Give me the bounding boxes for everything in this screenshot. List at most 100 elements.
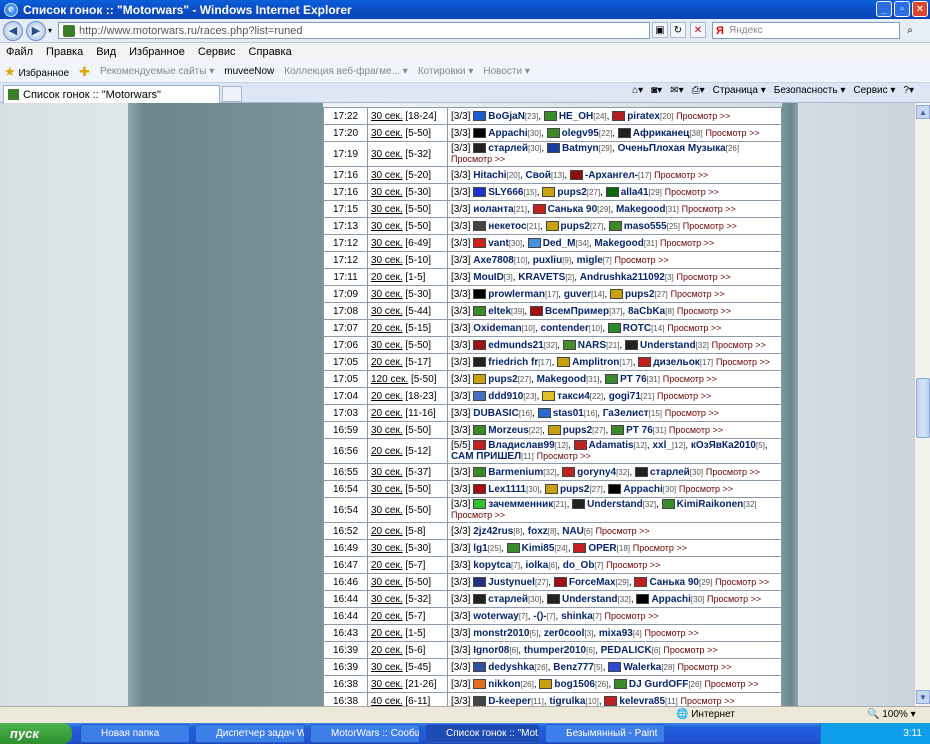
player-name[interactable]: bog1506 xyxy=(554,679,595,690)
player-name[interactable]: старлей xyxy=(650,467,690,478)
player-name[interactable]: stas01 xyxy=(553,408,584,419)
player-name[interactable]: do_Ob xyxy=(563,560,595,571)
race-duration-link[interactable]: 20 сек. xyxy=(371,323,403,334)
player-name[interactable]: KRAVETS xyxy=(518,272,565,283)
player-name[interactable]: 8aCbKa xyxy=(628,306,665,317)
player-name[interactable]: thumper2010 xyxy=(524,645,586,656)
fav-item-suggested[interactable]: Рекомендуемые сайты ▾ xyxy=(100,66,214,77)
new-tab-button[interactable] xyxy=(222,86,242,102)
player-name[interactable]: friedrich fr xyxy=(488,357,538,368)
player-name[interactable]: tigrulka xyxy=(549,696,585,707)
race-duration-link[interactable]: 30 сек. xyxy=(371,187,403,198)
mail-icon[interactable]: ✉▾ xyxy=(670,85,683,96)
player-name[interactable]: DJ GurdOFF xyxy=(629,679,688,690)
player-name[interactable]: puxliu xyxy=(533,255,562,266)
race-duration-link[interactable]: 30 сек. xyxy=(371,255,403,266)
player-name[interactable]: OPER xyxy=(588,543,616,554)
player-name[interactable]: Understand xyxy=(562,594,618,605)
scroll-up-icon[interactable]: ▲ xyxy=(916,105,930,119)
view-link[interactable]: Просмотр >> xyxy=(657,391,711,401)
race-duration-link[interactable]: 30 сек. xyxy=(371,340,403,351)
player-name[interactable]: migle xyxy=(577,255,603,266)
player-name[interactable]: Владислав99 xyxy=(488,440,554,451)
player-name[interactable]: Санька 90 xyxy=(649,577,699,588)
player-name[interactable]: 2jz42rus xyxy=(473,526,513,537)
player-name[interactable]: pups2 xyxy=(557,187,586,198)
race-duration-link[interactable]: 30 сек. xyxy=(371,221,403,232)
menu-edit[interactable]: Правка xyxy=(46,46,83,58)
search-input[interactable]: Я Яндекс xyxy=(712,22,900,39)
tools-menu[interactable]: Сервис ▾ xyxy=(853,85,895,96)
race-duration-link[interactable]: 120 сек. xyxy=(371,374,408,385)
start-button[interactable]: пуск xyxy=(0,723,72,744)
add-favorite-icon[interactable]: ✚ xyxy=(79,64,90,80)
race-duration-link[interactable]: 30 сек. xyxy=(371,289,403,300)
player-name[interactable]: Justynuel xyxy=(488,577,535,588)
stop-button[interactable]: ✕ xyxy=(690,22,706,38)
player-name[interactable]: ddd910 xyxy=(488,391,523,402)
player-name[interactable]: Amplitron xyxy=(572,357,619,368)
view-link[interactable]: Просмотр >> xyxy=(682,204,736,214)
player-name[interactable]: gogi71 xyxy=(609,391,641,402)
player-name[interactable]: edmunds21 xyxy=(488,340,544,351)
player-name[interactable]: PT 76 xyxy=(626,425,653,436)
print-icon[interactable]: ⎙▾ xyxy=(692,85,705,96)
race-duration-link[interactable]: 30 сек. xyxy=(371,505,403,516)
player-name[interactable]: DUBASIC xyxy=(473,408,519,419)
view-link[interactable]: Просмотр >> xyxy=(704,679,758,689)
view-link[interactable]: Просмотр >> xyxy=(537,451,591,461)
player-name[interactable]: САМ ПРИШЕЛ xyxy=(451,451,521,462)
player-name[interactable]: Makegood xyxy=(616,204,665,215)
player-name[interactable]: Lex1111 xyxy=(488,484,526,495)
race-duration-link[interactable]: 30 сек. xyxy=(371,484,403,495)
race-duration-link[interactable]: 20 сек. xyxy=(371,272,403,283)
player-name[interactable]: kelevra85 xyxy=(619,696,665,707)
player-name[interactable]: Adamatis xyxy=(589,440,634,451)
player-name[interactable]: vant xyxy=(488,238,509,249)
view-link[interactable]: Просмотр >> xyxy=(671,289,725,299)
player-name[interactable]: NAU xyxy=(562,526,584,537)
view-link[interactable]: Просмотр >> xyxy=(712,340,766,350)
view-link[interactable]: Просмотр >> xyxy=(667,323,721,333)
player-name[interactable]: Understand xyxy=(587,499,643,510)
view-link[interactable]: Просмотр >> xyxy=(679,484,733,494)
race-duration-link[interactable]: 20 сек. xyxy=(371,560,403,571)
player-name[interactable]: -Архангел- xyxy=(585,170,638,181)
player-name[interactable]: Oxideman xyxy=(473,323,521,334)
player-name[interactable]: piratex xyxy=(627,111,660,122)
player-name[interactable]: pups2 xyxy=(488,374,517,385)
player-name[interactable]: Understand xyxy=(640,340,696,351)
player-name[interactable]: contender xyxy=(541,323,589,334)
race-duration-link[interactable]: 30 сек. xyxy=(371,467,403,478)
race-duration-link[interactable]: 30 сек. xyxy=(371,170,403,181)
fav-item-quotes[interactable]: Котировки ▾ xyxy=(418,66,474,77)
player-name[interactable]: зачемменник xyxy=(488,499,553,510)
tab-races[interactable]: Список гонок :: "Motorwars" xyxy=(3,85,220,103)
race-duration-link[interactable]: 30 сек. xyxy=(371,238,403,249)
race-duration-link[interactable]: 30 сек. xyxy=(371,679,403,690)
player-name[interactable]: Ignor08 xyxy=(473,645,509,656)
scroll-down-icon[interactable]: ▼ xyxy=(916,690,930,704)
taskbar-item-motorwars[interactable]: MotorWars :: Сообщ... xyxy=(310,724,420,743)
view-link[interactable]: Просмотр >> xyxy=(676,111,730,121)
menu-favorites[interactable]: Избранное xyxy=(129,46,185,58)
page-menu[interactable]: Страница ▾ xyxy=(713,85,766,96)
player-name[interactable]: olegv95 xyxy=(562,128,599,139)
race-duration-link[interactable]: 30 сек. xyxy=(371,425,403,436)
player-name[interactable]: Makegood xyxy=(594,238,643,249)
player-name[interactable]: kopytca xyxy=(473,560,511,571)
player-name[interactable]: -()- xyxy=(533,611,546,622)
player-name[interactable]: monstr2010 xyxy=(473,628,529,639)
view-link[interactable]: Просмотр >> xyxy=(681,696,735,706)
view-link[interactable]: Просмотр >> xyxy=(606,560,660,570)
view-link[interactable]: Просмотр >> xyxy=(663,374,717,384)
player-name[interactable]: SLY666 xyxy=(488,187,523,198)
player-name[interactable]: Benz777 xyxy=(553,662,594,673)
player-name[interactable]: Свой xyxy=(526,170,552,181)
race-duration-link[interactable]: 30 сек. xyxy=(371,594,403,605)
view-link[interactable]: Просмотр >> xyxy=(663,645,717,655)
player-name[interactable]: Makegood xyxy=(537,374,586,385)
player-name[interactable]: KimiRaikonen xyxy=(677,499,744,510)
player-name[interactable]: ВсемПример xyxy=(545,306,609,317)
fav-item-news[interactable]: Новости ▾ xyxy=(483,66,530,77)
